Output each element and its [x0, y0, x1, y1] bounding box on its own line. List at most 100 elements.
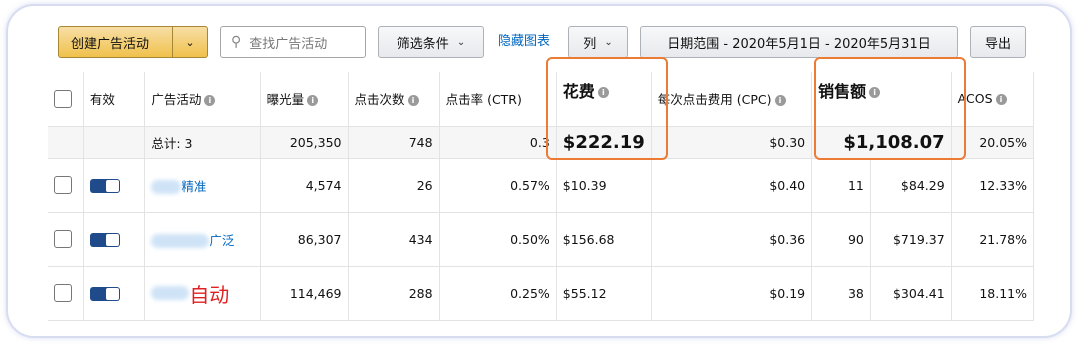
- header-ctr-label: 点击率 (CTR): [445, 92, 522, 108]
- chevron-down-icon: ⌄: [604, 36, 613, 48]
- info-icon: i: [995, 94, 1007, 106]
- row-select-cell: [48, 212, 84, 267]
- row-spend: $156.68: [556, 212, 652, 267]
- create-campaign-label: 创建广告活动: [71, 36, 150, 52]
- row-ctr: 0.50%: [439, 212, 557, 267]
- info-icon: i: [869, 87, 881, 98]
- row-cpc: $0.40: [651, 158, 813, 213]
- export-label: 导出: [984, 36, 1011, 52]
- date-range-label: 日期范围 - 2020年5月1日 - 2020年5月31日: [667, 36, 931, 52]
- row-sales: $719.37: [870, 212, 952, 267]
- header-cpc-label: 每次点击费用 (CPC): [657, 92, 772, 108]
- totals-empty-cell: [48, 126, 84, 159]
- row-impressions: 86,307: [260, 212, 349, 267]
- date-range-button[interactable]: 日期范围 - 2020年5月1日 - 2020年5月31日: [640, 26, 958, 58]
- table-row[interactable]: 自动 114,469 288 0.25% $55.12 $0.19 38 $30…: [48, 266, 1035, 321]
- campaign-name-link[interactable]: 广泛: [209, 233, 234, 248]
- totals-row: 总计: 3 205,350 748 0.3 $222.19 $0.30 $1,1…: [48, 126, 1035, 159]
- toolbar: 创建广告活动 ⌄ ⚲ 查找广告活动 筛选条件 ⌄ 隐藏图表 列 ⌄ 日期范围 -…: [58, 26, 1050, 58]
- header-impressions[interactable]: 曝光量 i: [260, 72, 349, 127]
- totals-clicks: 748: [348, 126, 440, 159]
- row-campaign-cell[interactable]: 广泛: [144, 212, 261, 267]
- header-clicks-label: 点击次数: [354, 92, 405, 108]
- row-clicks: 434: [348, 212, 440, 267]
- export-button[interactable]: 导出: [970, 26, 1026, 58]
- header-ctr[interactable]: 点击率 (CTR): [439, 72, 557, 127]
- header-clicks[interactable]: 点击次数 i: [348, 72, 440, 127]
- campaign-search-input[interactable]: ⚲ 查找广告活动: [220, 26, 366, 58]
- row-checkbox[interactable]: [54, 176, 72, 194]
- header-acos[interactable]: ACOS i: [951, 72, 1035, 127]
- row-impressions: 114,469: [260, 266, 349, 321]
- totals-acos: 20.05%: [951, 126, 1035, 159]
- create-campaign-button[interactable]: 创建广告活动 ⌄: [58, 26, 208, 58]
- row-sales: $304.41: [870, 266, 952, 321]
- info-icon: i: [407, 95, 419, 107]
- totals-label: 总计: 3: [144, 126, 261, 159]
- select-all-checkbox[interactable]: [54, 89, 72, 108]
- totals-ctr: 0.3: [439, 126, 557, 159]
- row-checkbox[interactable]: [54, 230, 72, 248]
- active-toggle[interactable]: [89, 178, 120, 193]
- row-active-cell: [83, 266, 146, 321]
- row-cpc: $0.36: [651, 212, 813, 267]
- row-ctr: 0.57%: [439, 158, 557, 213]
- row-clicks: 288: [348, 266, 440, 321]
- totals-spend: $222.19: [556, 126, 652, 159]
- hide-chart-link[interactable]: 隐藏图表: [498, 26, 550, 58]
- info-icon: i: [774, 95, 786, 107]
- header-spend-label: 花费: [562, 82, 595, 101]
- header-active[interactable]: 有效: [83, 72, 146, 127]
- active-toggle[interactable]: [89, 232, 120, 247]
- row-checkbox[interactable]: [54, 284, 72, 302]
- header-campaign-label: 广告活动: [151, 92, 202, 108]
- campaign-annotation: 自动: [189, 282, 230, 307]
- search-placeholder: 查找广告活动: [249, 36, 328, 52]
- row-select-cell: [48, 158, 84, 213]
- totals-cpc: $0.30: [651, 126, 813, 159]
- row-active-cell: [83, 212, 146, 267]
- table-row[interactable]: 精准 4,574 26 0.57% $10.39 $0.40 11 $84.29…: [48, 158, 1035, 213]
- row-clicks: 26: [348, 158, 440, 213]
- active-toggle[interactable]: [89, 286, 120, 301]
- row-spend: $10.39: [556, 158, 652, 213]
- header-cpc[interactable]: 每次点击费用 (CPC) i: [651, 72, 813, 127]
- header-sales[interactable]: 销售额 i: [811, 72, 952, 127]
- row-impressions: 4,574: [260, 158, 349, 213]
- columns-button[interactable]: 列 ⌄: [568, 26, 628, 58]
- table-row[interactable]: 广泛 86,307 434 0.50% $156.68 $0.36 90 $71…: [48, 212, 1035, 267]
- totals-empty-cell: [83, 126, 146, 159]
- create-dropdown-icon[interactable]: ⌄: [172, 27, 207, 57]
- redacted-campaign-name: [151, 180, 182, 194]
- filter-label: 筛选条件: [396, 36, 449, 52]
- row-sales: $84.29: [870, 158, 952, 213]
- row-spend: $55.12: [556, 266, 652, 321]
- row-select-cell: [48, 266, 84, 321]
- redacted-campaign-name: [151, 286, 190, 300]
- row-orders: 11: [811, 158, 871, 213]
- info-icon: i: [204, 95, 216, 107]
- columns-label: 列: [583, 36, 597, 52]
- row-cpc: $0.19: [651, 266, 813, 321]
- redacted-campaign-name: [151, 234, 210, 248]
- campaign-name-link[interactable]: 精准: [181, 179, 206, 194]
- header-campaign[interactable]: 广告活动 i: [144, 72, 261, 127]
- totals-impressions: 205,350: [260, 126, 349, 159]
- row-ctr: 0.25%: [439, 266, 557, 321]
- chevron-down-icon: ⌄: [456, 36, 466, 48]
- select-all-cell: [48, 72, 84, 127]
- filter-button[interactable]: 筛选条件 ⌄: [378, 26, 484, 58]
- row-orders: 90: [811, 212, 871, 267]
- info-icon: i: [307, 95, 319, 107]
- campaign-table: 有效 广告活动 i 曝光量 i 点击次数 i 点击率 (CTR) 花费 i 每次点击费用…: [48, 72, 1035, 321]
- row-acos: 12.33%: [951, 158, 1035, 213]
- header-spend[interactable]: 花费 i: [556, 72, 652, 127]
- header-impressions-label: 曝光量: [266, 92, 305, 108]
- totals-sales: $1,108.07: [811, 126, 952, 159]
- header-acos-label: ACOS: [957, 91, 993, 107]
- row-campaign-cell[interactable]: 自动: [144, 266, 261, 321]
- row-acos: 21.78%: [951, 212, 1035, 267]
- header-sales-label: 销售额: [818, 82, 867, 101]
- row-orders: 38: [811, 266, 871, 321]
- row-campaign-cell[interactable]: 精准: [144, 158, 261, 213]
